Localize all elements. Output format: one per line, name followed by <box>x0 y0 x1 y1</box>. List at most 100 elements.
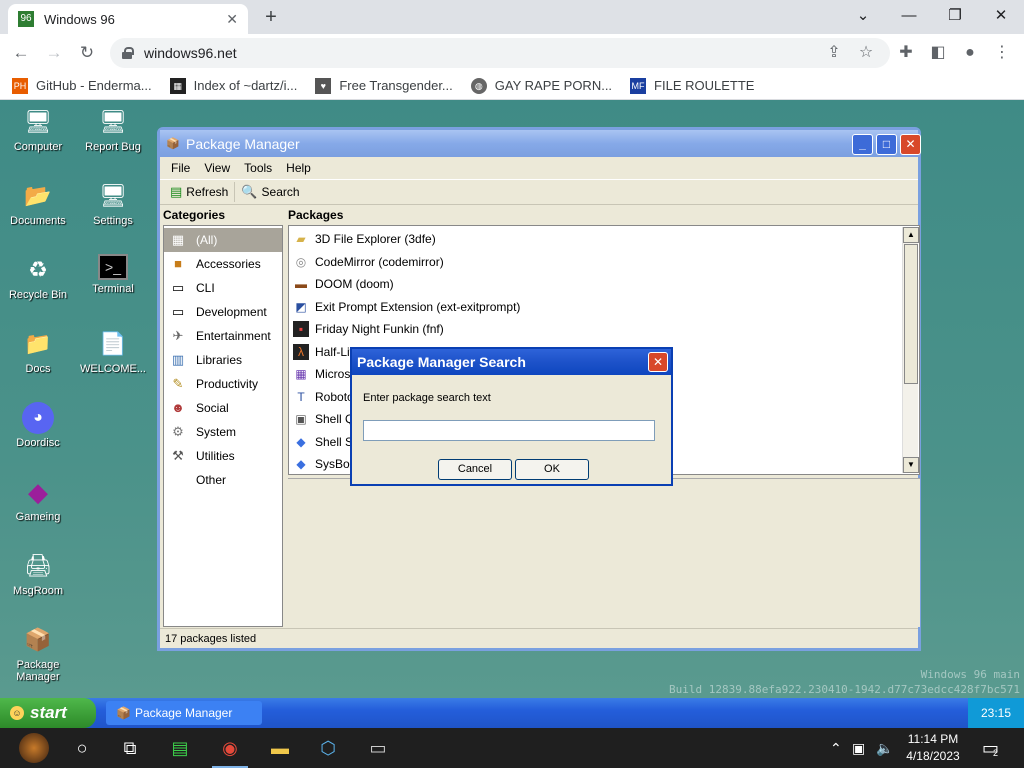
w96-clock: 23:15 <box>968 698 1024 728</box>
task-view-icon[interactable]: ⧉ <box>106 728 154 768</box>
desktop-icon-docs[interactable]: 📁 Docs <box>0 328 76 375</box>
search-circle-icon[interactable]: ○ <box>58 728 106 768</box>
bookmark-github[interactable]: PH GitHub - Enderma... <box>12 77 152 94</box>
refresh-button[interactable]: ▤ Refresh <box>164 182 236 202</box>
volume-muted-icon[interactable]: 🔈 <box>876 728 893 768</box>
package-doom[interactable]: ▬ DOOM (doom) <box>289 273 919 296</box>
file-explorer-icon[interactable]: ▬ <box>256 728 304 768</box>
category-system[interactable]: ⚙ System <box>164 420 282 444</box>
desktop-icon-settings[interactable]: 🖥 Settings <box>75 180 151 227</box>
build-watermark-line2: Build 12839.88efa922.230410-1942.d77c73e… <box>669 683 1020 696</box>
close-button[interactable]: ✕ <box>900 134 921 155</box>
category-accessories[interactable]: ■ Accessories <box>164 252 282 276</box>
share-icon[interactable]: ⇪ <box>822 41 846 65</box>
category-label: Development <box>196 305 267 319</box>
desktop-icon-welcome[interactable]: 📄 WELCOME... <box>75 328 151 375</box>
more-menu-icon[interactable]: ⋮ <box>990 41 1014 65</box>
package-ext-exitprompt[interactable]: ◩ Exit Prompt Extension (ext-exitprompt) <box>289 296 919 319</box>
desktop-icon-gameing[interactable]: ◆ Gameing <box>0 476 76 524</box>
notifications-icon[interactable]: ▭ 2 <box>982 728 999 768</box>
bookmark-gay[interactable]: ◍ GAY RAPE PORN... <box>470 77 612 94</box>
app-window-icon[interactable]: ▭ <box>354 728 402 768</box>
mf-favicon-icon: MF <box>630 77 647 94</box>
notification-count: 2 <box>993 748 999 758</box>
bookmark-star-icon[interactable]: ☆ <box>854 41 878 65</box>
category-all[interactable]: ▦ (All) <box>164 228 282 252</box>
package-fnf[interactable]: ▪ Friday Night Funkin (fnf) <box>289 318 919 341</box>
close-tab-icon[interactable]: ✕ <box>226 11 238 28</box>
ok-button[interactable]: OK <box>515 459 589 480</box>
category-libraries[interactable]: ▥ Libraries <box>164 348 282 372</box>
category-entertainment[interactable]: ✈ Entertainment <box>164 324 282 348</box>
desktop-icon-package-manager[interactable]: 📦 Package Manager <box>0 624 76 683</box>
icon-label: Report Bug <box>85 141 141 153</box>
bookmark-file-roulette[interactable]: MF FILE ROULETTE <box>630 77 754 94</box>
bookmark-free-transgender[interactable]: ♥ Free Transgender... <box>315 77 453 94</box>
scroll-thumb[interactable] <box>904 244 918 384</box>
reload-icon[interactable]: ↻ <box>74 40 100 66</box>
bookmark-index-dartz[interactable]: ▦ Index of ~dartz/i... <box>169 77 297 94</box>
close-window-icon[interactable]: ✕ <box>978 2 1024 30</box>
tray-chevron-up-icon[interactable]: ⌃ <box>830 728 842 768</box>
maximize-button[interactable]: □ <box>876 134 897 155</box>
tab-search-chevron-icon[interactable]: ⌄ <box>840 2 886 30</box>
package-3dfe[interactable]: ▰ 3D File Explorer (3dfe) <box>289 228 919 251</box>
disc-icon: ◎ <box>295 254 307 269</box>
package-search-input[interactable] <box>363 420 655 441</box>
start-orb-icon[interactable] <box>10 728 58 768</box>
category-development[interactable]: ▭ Development <box>164 300 282 324</box>
side-panel-icon[interactable]: ◧ <box>926 41 950 65</box>
app-green-icon[interactable]: ▤ <box>156 728 204 768</box>
category-utilities[interactable]: ⚒ Utilities <box>164 444 282 468</box>
extensions-puzzle-icon[interactable]: ✚ <box>894 41 918 65</box>
scroll-up-arrow-icon[interactable]: ▲ <box>903 227 919 243</box>
category-cli[interactable]: ▭ CLI <box>164 276 282 300</box>
profile-avatar-icon[interactable]: ● <box>958 41 982 65</box>
menu-help[interactable]: Help <box>279 161 318 175</box>
back-arrow-icon[interactable]: ← <box>8 40 34 66</box>
package-label: CodeMirror (codemirror) <box>315 254 444 269</box>
category-social[interactable]: ☻ Social <box>164 396 282 420</box>
address-bar[interactable]: windows96.net <box>110 38 890 68</box>
category-productivity[interactable]: ✎ Productivity <box>164 372 282 396</box>
chrome-icon[interactable]: ◉ <box>206 728 254 768</box>
category-label: Utilities <box>196 449 235 463</box>
desktop-icon-computer[interactable]: 🖥 Computer <box>0 106 76 153</box>
system-clock[interactable]: 11:14 PM 4/18/2023 <box>900 731 966 765</box>
menu-view[interactable]: View <box>197 161 237 175</box>
search-button[interactable]: 🔍 Search <box>235 182 305 202</box>
cancel-button[interactable]: Cancel <box>438 459 512 480</box>
desktop-icon-msgroom[interactable]: 🖨 MsgRoom <box>0 550 76 597</box>
category-other[interactable]: Other <box>164 468 282 492</box>
packages-scrollbar[interactable]: ▲ ▼ <box>902 227 919 473</box>
menu-tools[interactable]: Tools <box>237 161 279 175</box>
dialog-close-button[interactable]: ✕ <box>648 352 668 372</box>
restore-icon[interactable]: ❐ <box>932 2 978 30</box>
desktop-icon-documents[interactable]: 📂 Documents <box>0 180 76 227</box>
new-tab-plus-icon[interactable]: + <box>258 4 284 30</box>
tools-icon: ⚒ <box>172 448 184 463</box>
taskbar-package-manager[interactable]: 📦 Package Manager <box>106 701 262 725</box>
virtualbox-icon[interactable]: ⬡ <box>304 728 352 768</box>
network-icon[interactable]: ▣ <box>852 728 865 768</box>
search-dialog-titlebar[interactable]: Package Manager Search <box>352 349 671 375</box>
pencil-icon: ✎ <box>172 376 184 391</box>
packages-header: Packages <box>288 208 344 222</box>
scroll-down-arrow-icon[interactable]: ▼ <box>903 457 919 473</box>
browser-toolbar: ← → ↻ windows96.net ⇪ ☆ ✚ ◧ ● ⋮ <box>0 34 1024 72</box>
minimize-button[interactable]: _ <box>852 134 873 155</box>
minimize-icon[interactable]: — <box>886 2 932 30</box>
browser-tab-windows96[interactable]: 96 Windows 96 ✕ <box>8 4 248 34</box>
package-manager-titlebar[interactable]: 📦 Package Manager _ □ ✕ <box>160 130 921 157</box>
shell-icon: ▣ <box>295 412 307 427</box>
start-button[interactable]: ☺ start <box>0 698 96 728</box>
package-codemirror[interactable]: ◎ CodeMirror (codemirror) <box>289 251 919 274</box>
forward-arrow-icon[interactable]: → <box>41 40 67 66</box>
menu-file[interactable]: File <box>164 161 197 175</box>
desktop-icon-report-bug[interactable]: 🖥 Report Bug <box>75 106 151 153</box>
desktop-icon-terminal[interactable]: >_ Terminal <box>75 254 151 295</box>
report-bug-icon: 🖥 <box>99 109 127 134</box>
desktop-icon-doordisc[interactable]: ◕ Doordisc <box>0 402 76 449</box>
desktop-icon-recycle-bin[interactable]: ♻ Recycle Bin <box>0 254 76 301</box>
lock-icon[interactable] <box>122 47 134 59</box>
